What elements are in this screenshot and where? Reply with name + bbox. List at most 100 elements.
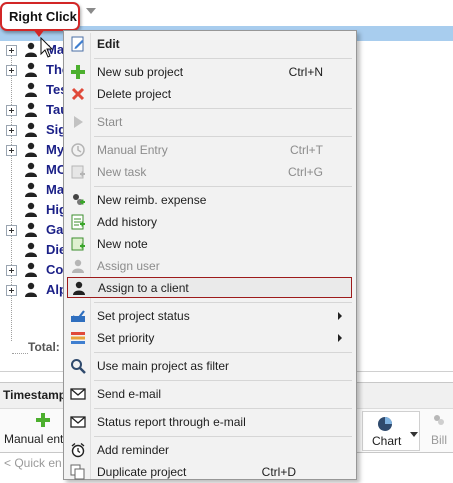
menu-item-manual-entry[interactable]: Manual Entry Ctrl+T	[66, 139, 354, 161]
tree-connector-line	[12, 353, 28, 354]
menu-item-label: New note	[97, 237, 148, 251]
delete-icon	[71, 87, 85, 101]
menu-item-label: Use main project as filter	[97, 359, 230, 373]
submenu-arrow-icon	[338, 312, 342, 320]
play-icon	[74, 116, 83, 128]
person-icon	[25, 202, 37, 217]
menu-item-label: New task	[97, 165, 147, 179]
plus-icon	[36, 413, 50, 427]
menu-item-label: Send e-mail	[97, 387, 162, 401]
clock-icon	[71, 143, 85, 157]
menu-item-start[interactable]: Start	[66, 111, 354, 133]
menu-item-label: Start	[97, 115, 123, 129]
user-icon	[72, 259, 84, 273]
person-icon	[25, 222, 37, 237]
expand-icon[interactable]	[6, 265, 17, 276]
person-icon	[25, 142, 37, 157]
person-icon	[25, 42, 37, 57]
menu-separator	[94, 436, 352, 437]
priority-icon	[71, 332, 85, 344]
menu-item-label: Assign user	[97, 259, 160, 273]
bill-icon	[434, 415, 444, 425]
expand-icon[interactable]	[6, 105, 17, 116]
menu-item-set-priority[interactable]: Set priority	[66, 327, 354, 349]
menu-separator	[94, 352, 352, 353]
menu-item-new-reimb-expense[interactable]: New reimb. expense	[66, 189, 354, 211]
task-icon	[71, 165, 85, 179]
bill-label: Bill	[431, 433, 448, 447]
menu-item-delete-project[interactable]: Delete project	[66, 83, 354, 105]
status-icon	[71, 310, 85, 322]
chevron-down-icon[interactable]	[410, 432, 418, 437]
menu-item-add-history[interactable]: Add history	[66, 211, 354, 233]
dropdown-arrow-icon[interactable]	[86, 8, 96, 14]
menu-separator	[94, 108, 352, 109]
person-icon	[25, 182, 37, 197]
duplicate-icon	[70, 464, 85, 480]
context-menu: Edit New sub project Ctrl+N Delete proje…	[63, 30, 357, 480]
tree-item-label: My	[46, 142, 65, 157]
menu-separator	[94, 58, 352, 59]
menu-item-new-task[interactable]: New task Ctrl+G	[66, 161, 354, 183]
menu-item-label: Add reminder	[97, 443, 170, 457]
expand-icon[interactable]	[6, 65, 17, 76]
callout-label: Right Click	[9, 9, 77, 24]
menu-item-send-email[interactable]: Send e-mail	[66, 383, 354, 405]
person-icon	[25, 102, 37, 117]
menu-item-label: New reimb. expense	[97, 193, 207, 207]
pie-chart-icon	[378, 417, 392, 431]
menu-item-label: Status report through e-mail	[97, 415, 246, 429]
magnifier-icon	[71, 359, 86, 374]
person-icon	[25, 82, 37, 97]
expand-icon[interactable]	[6, 285, 17, 296]
chart-button[interactable]: Chart	[362, 411, 420, 451]
menu-item-assign-to-client[interactable]: Assign to a client	[67, 277, 352, 298]
person-icon	[25, 162, 37, 177]
menu-item-status-report-email[interactable]: Status report through e-mail	[66, 411, 354, 433]
menu-item-shortcut: Ctrl+N	[288, 65, 323, 79]
right-click-callout: Right Click	[0, 2, 80, 31]
menu-item-label: Assign to a client	[98, 281, 189, 295]
expand-icon[interactable]	[6, 145, 17, 156]
menu-item-label: Set project status	[97, 309, 190, 323]
menu-item-label: New sub project	[97, 65, 184, 79]
mail-icon	[70, 388, 86, 400]
menu-item-edit[interactable]: Edit	[66, 33, 354, 55]
menu-item-set-project-status[interactable]: Set project status	[66, 305, 354, 327]
menu-item-label: Duplicate project	[97, 465, 187, 479]
menu-item-use-as-filter[interactable]: Use main project as filter	[66, 355, 354, 377]
expense-icon	[73, 194, 85, 205]
menu-separator	[94, 186, 352, 187]
menu-item-label: Set priority	[97, 331, 155, 345]
menu-item-shortcut: Ctrl+T	[290, 143, 323, 157]
menu-item-label: Delete project	[97, 87, 172, 101]
person-icon	[25, 262, 37, 277]
menu-item-label: Manual Entry	[97, 143, 168, 157]
alarm-icon	[71, 442, 85, 458]
note-icon	[71, 237, 85, 251]
menu-separator	[94, 136, 352, 137]
menu-separator	[94, 380, 352, 381]
person-icon	[25, 282, 37, 297]
client-icon	[73, 281, 85, 295]
plus-icon	[71, 65, 85, 79]
edit-icon	[71, 36, 84, 52]
callout-tail	[33, 29, 45, 37]
mouse-cursor-icon	[40, 37, 54, 58]
chart-label: Chart	[372, 434, 402, 448]
quick-entry-placeholder: < Quick en	[4, 456, 62, 470]
menu-item-label: Edit	[97, 37, 120, 51]
menu-item-assign-user[interactable]: Assign user	[66, 255, 354, 277]
menu-item-label: Add history	[97, 215, 158, 229]
expand-icon[interactable]	[6, 125, 17, 136]
menu-item-shortcut: Ctrl+D	[261, 465, 296, 479]
menu-item-new-sub-project[interactable]: New sub project Ctrl+N	[66, 61, 354, 83]
person-icon	[25, 242, 37, 257]
person-icon	[25, 122, 37, 137]
menu-item-new-note[interactable]: New note	[66, 233, 354, 255]
menu-separator	[94, 408, 352, 409]
expand-icon[interactable]	[6, 225, 17, 236]
expand-icon[interactable]	[6, 45, 17, 56]
menu-item-add-reminder[interactable]: Add reminder	[66, 439, 354, 461]
tab-timestamps[interactable]: Timestamp	[3, 388, 66, 402]
